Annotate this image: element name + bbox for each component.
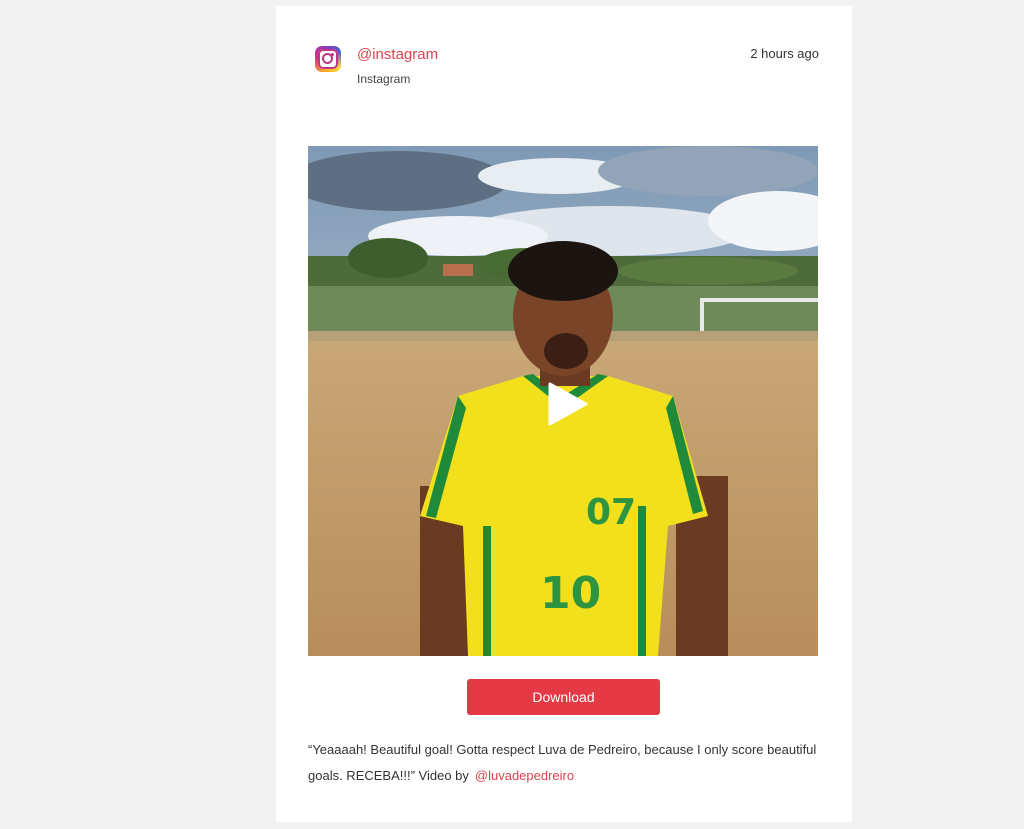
post-timestamp: 2 hours ago <box>750 46 819 61</box>
instagram-icon <box>315 46 341 72</box>
download-button[interactable]: Download <box>467 679 660 715</box>
svg-text:07: 07 <box>586 492 636 533</box>
post-caption: “Yeaaaah! Beautiful goal! Gotta respect … <box>308 737 820 789</box>
play-icon[interactable] <box>544 382 588 426</box>
video-thumbnail[interactable]: 07 10 <box>308 146 818 656</box>
profile-handle-link[interactable]: @instagram <box>357 46 438 63</box>
post-source: Instagram <box>357 72 411 86</box>
credit-link[interactable]: @luvadepedreiro <box>475 768 574 783</box>
post-card: @instagram Instagram 2 hours ago 07 10 D… <box>276 6 852 822</box>
post-header: @instagram Instagram 2 hours ago <box>309 40 819 92</box>
svg-text:10: 10 <box>540 568 601 619</box>
